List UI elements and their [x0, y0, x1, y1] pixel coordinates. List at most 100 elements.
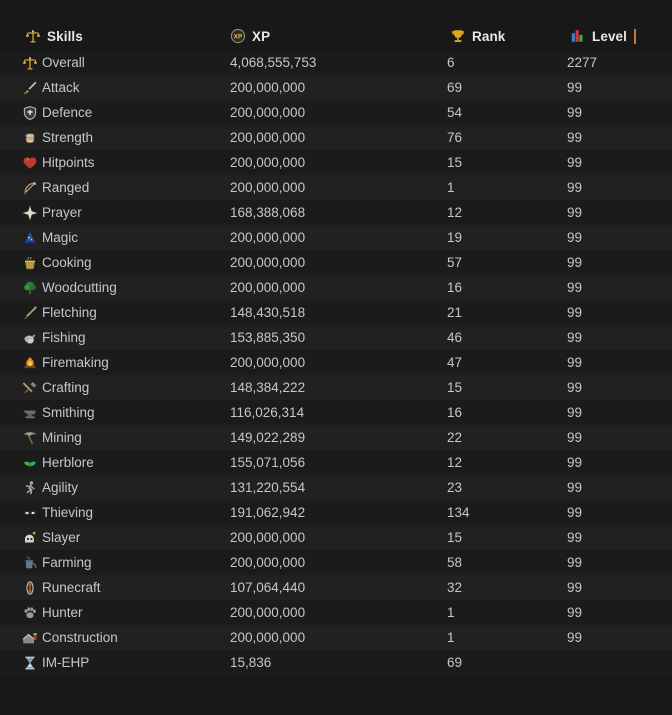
- table-row[interactable]: Fletching 148,430,518 21 99: [0, 300, 672, 325]
- skill-cell: Woodcutting: [22, 280, 227, 296]
- table-row[interactable]: Ranged 200,000,000 1 99: [0, 175, 672, 200]
- level-value: 99: [567, 555, 583, 570]
- column-header-rank[interactable]: Rank: [450, 28, 570, 44]
- rank-value: 47: [447, 355, 463, 370]
- rank-value: 16: [447, 405, 463, 420]
- level-value: 99: [567, 230, 583, 245]
- rank-value: 76: [447, 130, 463, 145]
- rank-value: 15: [447, 530, 463, 545]
- hourglass-icon: [22, 655, 38, 671]
- smithing-icon: [22, 405, 38, 421]
- table-row[interactable]: Hunter 200,000,000 1 99: [0, 600, 672, 625]
- fletching-icon: [22, 305, 38, 321]
- level-value: 99: [567, 280, 583, 295]
- rank-value: 12: [447, 455, 463, 470]
- table-row[interactable]: IM-EHP 15,836 69: [0, 650, 672, 675]
- table-row[interactable]: Runecraft 107,064,440 32 99: [0, 575, 672, 600]
- skill-cell: Construction: [22, 630, 227, 646]
- text-cursor: [634, 28, 637, 44]
- skill-name: Smithing: [42, 405, 95, 420]
- table-row[interactable]: Smithing 116,026,314 16 99: [0, 400, 672, 425]
- firemaking-icon: [22, 355, 38, 371]
- herblore-icon: [22, 455, 38, 471]
- runecraft-icon: [22, 580, 38, 596]
- skill-name: Thieving: [42, 505, 94, 520]
- table-row[interactable]: Firemaking 200,000,000 47 99: [0, 350, 672, 375]
- xp-value: 4,068,555,753: [230, 55, 317, 70]
- skill-cell: Mining: [22, 430, 227, 446]
- level-value: 99: [567, 305, 583, 320]
- table-row[interactable]: Defence 200,000,000 54 99: [0, 100, 672, 125]
- svg-text:XP: XP: [234, 34, 243, 41]
- woodcutting-icon: [22, 280, 38, 296]
- skill-cell: Prayer: [22, 204, 227, 221]
- table-row[interactable]: Attack 200,000,000 69 99: [0, 75, 672, 100]
- table-row[interactable]: Farming 200,000,000 58 99: [0, 550, 672, 575]
- defence-icon: [22, 105, 38, 121]
- table-row[interactable]: Hitpoints 200,000,000 15 99: [0, 150, 672, 175]
- table-row[interactable]: Fishing 153,885,350 46 99: [0, 325, 672, 350]
- hitpoints-icon: [22, 155, 38, 171]
- table-row[interactable]: Woodcutting 200,000,000 16 99: [0, 275, 672, 300]
- overall-icon: [22, 55, 38, 71]
- xp-value: 153,885,350: [230, 330, 306, 345]
- skill-cell: Fletching: [22, 305, 227, 321]
- rank-value: 12: [447, 205, 463, 220]
- scales-icon: [25, 28, 41, 44]
- table-row[interactable]: Magic 200,000,000 19 99: [0, 225, 672, 250]
- rank-value: 32: [447, 580, 463, 595]
- skill-cell: Agility: [22, 480, 227, 496]
- column-header-skills[interactable]: Skills: [25, 28, 230, 44]
- rank-value: 58: [447, 555, 463, 570]
- table-header-row: Skills XP XP Rank Level: [0, 22, 672, 50]
- column-header-xp[interactable]: XP XP: [230, 28, 450, 44]
- table-row[interactable]: Strength 200,000,000 76 99: [0, 125, 672, 150]
- level-value: 99: [567, 505, 583, 520]
- xp-value: 200,000,000: [230, 355, 306, 370]
- table-row[interactable]: Thieving 191,062,942 134 99: [0, 500, 672, 525]
- skill-cell: Hitpoints: [22, 155, 227, 171]
- rank-value: 54: [447, 105, 463, 120]
- column-header-level[interactable]: Level: [570, 28, 672, 44]
- skill-name: Woodcutting: [42, 280, 117, 295]
- table-row[interactable]: Crafting 148,384,222 15 99: [0, 375, 672, 400]
- table-row[interactable]: Prayer 168,388,068 12 99: [0, 200, 672, 225]
- table-row[interactable]: Cooking 200,000,000 57 99: [0, 250, 672, 275]
- rank-value: 6: [447, 55, 455, 70]
- level-value: 99: [567, 580, 583, 595]
- skill-cell: IM-EHP: [22, 655, 227, 671]
- construction-icon: [22, 630, 38, 646]
- farming-icon: [22, 555, 38, 571]
- thieving-icon: [22, 505, 38, 521]
- xp-value: 200,000,000: [230, 605, 306, 620]
- table-row[interactable]: Overall 4,068,555,753 6 2277: [0, 50, 672, 75]
- skill-name: Strength: [42, 130, 94, 145]
- table-row[interactable]: Construction 200,000,000 1 99: [0, 625, 672, 650]
- magic-icon: [22, 230, 38, 246]
- xp-value: 200,000,000: [230, 280, 306, 295]
- attack-icon: [22, 80, 38, 96]
- skill-name: IM-EHP: [42, 655, 90, 670]
- table-row[interactable]: Slayer 200,000,000 15 99: [0, 525, 672, 550]
- skill-name: Hitpoints: [42, 155, 95, 170]
- table-row[interactable]: Herblore 155,071,056 12 99: [0, 450, 672, 475]
- level-value: 99: [567, 605, 583, 620]
- hiscores-rows: Overall 4,068,555,753 6 2277 Attack 200,000,0…: [0, 50, 672, 675]
- skill-name: Fletching: [42, 305, 97, 320]
- rank-value: 69: [447, 80, 463, 95]
- skill-cell: Crafting: [22, 380, 227, 396]
- skill-name: Agility: [42, 480, 79, 495]
- xp-value: 200,000,000: [230, 530, 306, 545]
- trophy-icon: [450, 28, 466, 44]
- xp-value: 148,384,222: [230, 380, 306, 395]
- table-row[interactable]: Mining 149,022,289 22 99: [0, 425, 672, 450]
- fishing-icon: [22, 330, 38, 346]
- rank-value: 19: [447, 230, 463, 245]
- level-value: 99: [567, 80, 583, 95]
- skill-cell: Farming: [22, 555, 227, 571]
- rank-value: 16: [447, 280, 463, 295]
- skill-name: Hunter: [42, 605, 83, 620]
- rank-value: 69: [447, 655, 463, 670]
- table-row[interactable]: Agility 131,220,554 23 99: [0, 475, 672, 500]
- rank-value: 15: [447, 155, 463, 170]
